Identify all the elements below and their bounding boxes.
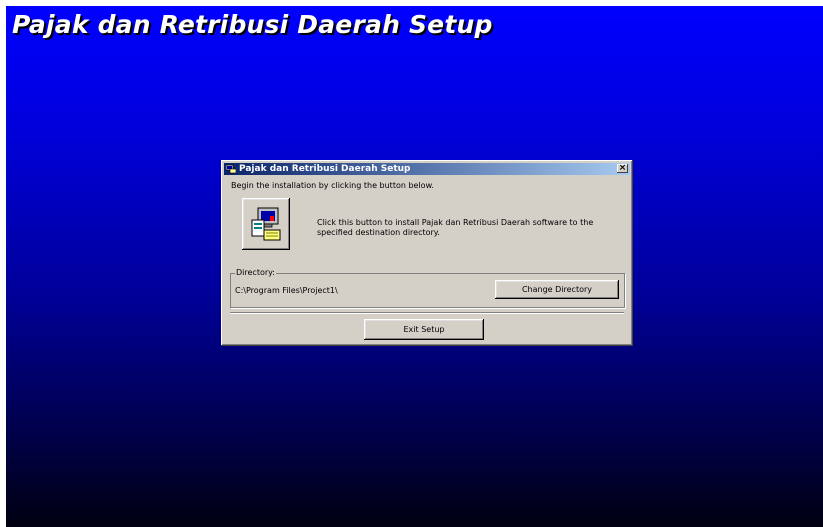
close-button[interactable]: × [617,164,628,173]
intro-text: Begin the installation by clicking the b… [231,181,434,190]
directory-group: Directory: C:\Program Files\Project1\ Ch… [230,268,625,308]
computer-setup-icon [251,207,281,241]
separator [230,312,624,314]
setup-banner-title: Pajak dan Retribusi Daerah Setup [12,10,493,39]
dialog-title: Pajak dan Retribusi Daerah Setup [239,164,411,174]
close-icon: × [618,163,627,173]
install-button[interactable] [242,198,290,250]
directory-label: Directory: [235,268,276,277]
setup-app-icon [226,164,236,174]
setup-background: Pajak dan Retribusi Daerah Setup Pajak d… [6,6,823,527]
install-description: Click this button to install Pajak dan R… [317,218,594,237]
exit-setup-button[interactable]: Exit Setup [364,319,484,340]
dialog-title-bar[interactable]: Pajak dan Retribusi Daerah Setup × [224,163,630,175]
change-directory-button[interactable]: Change Directory [495,280,619,299]
directory-path: C:\Program Files\Project1\ [235,286,338,295]
setup-dialog: Pajak dan Retribusi Daerah Setup × Begin… [221,160,633,346]
